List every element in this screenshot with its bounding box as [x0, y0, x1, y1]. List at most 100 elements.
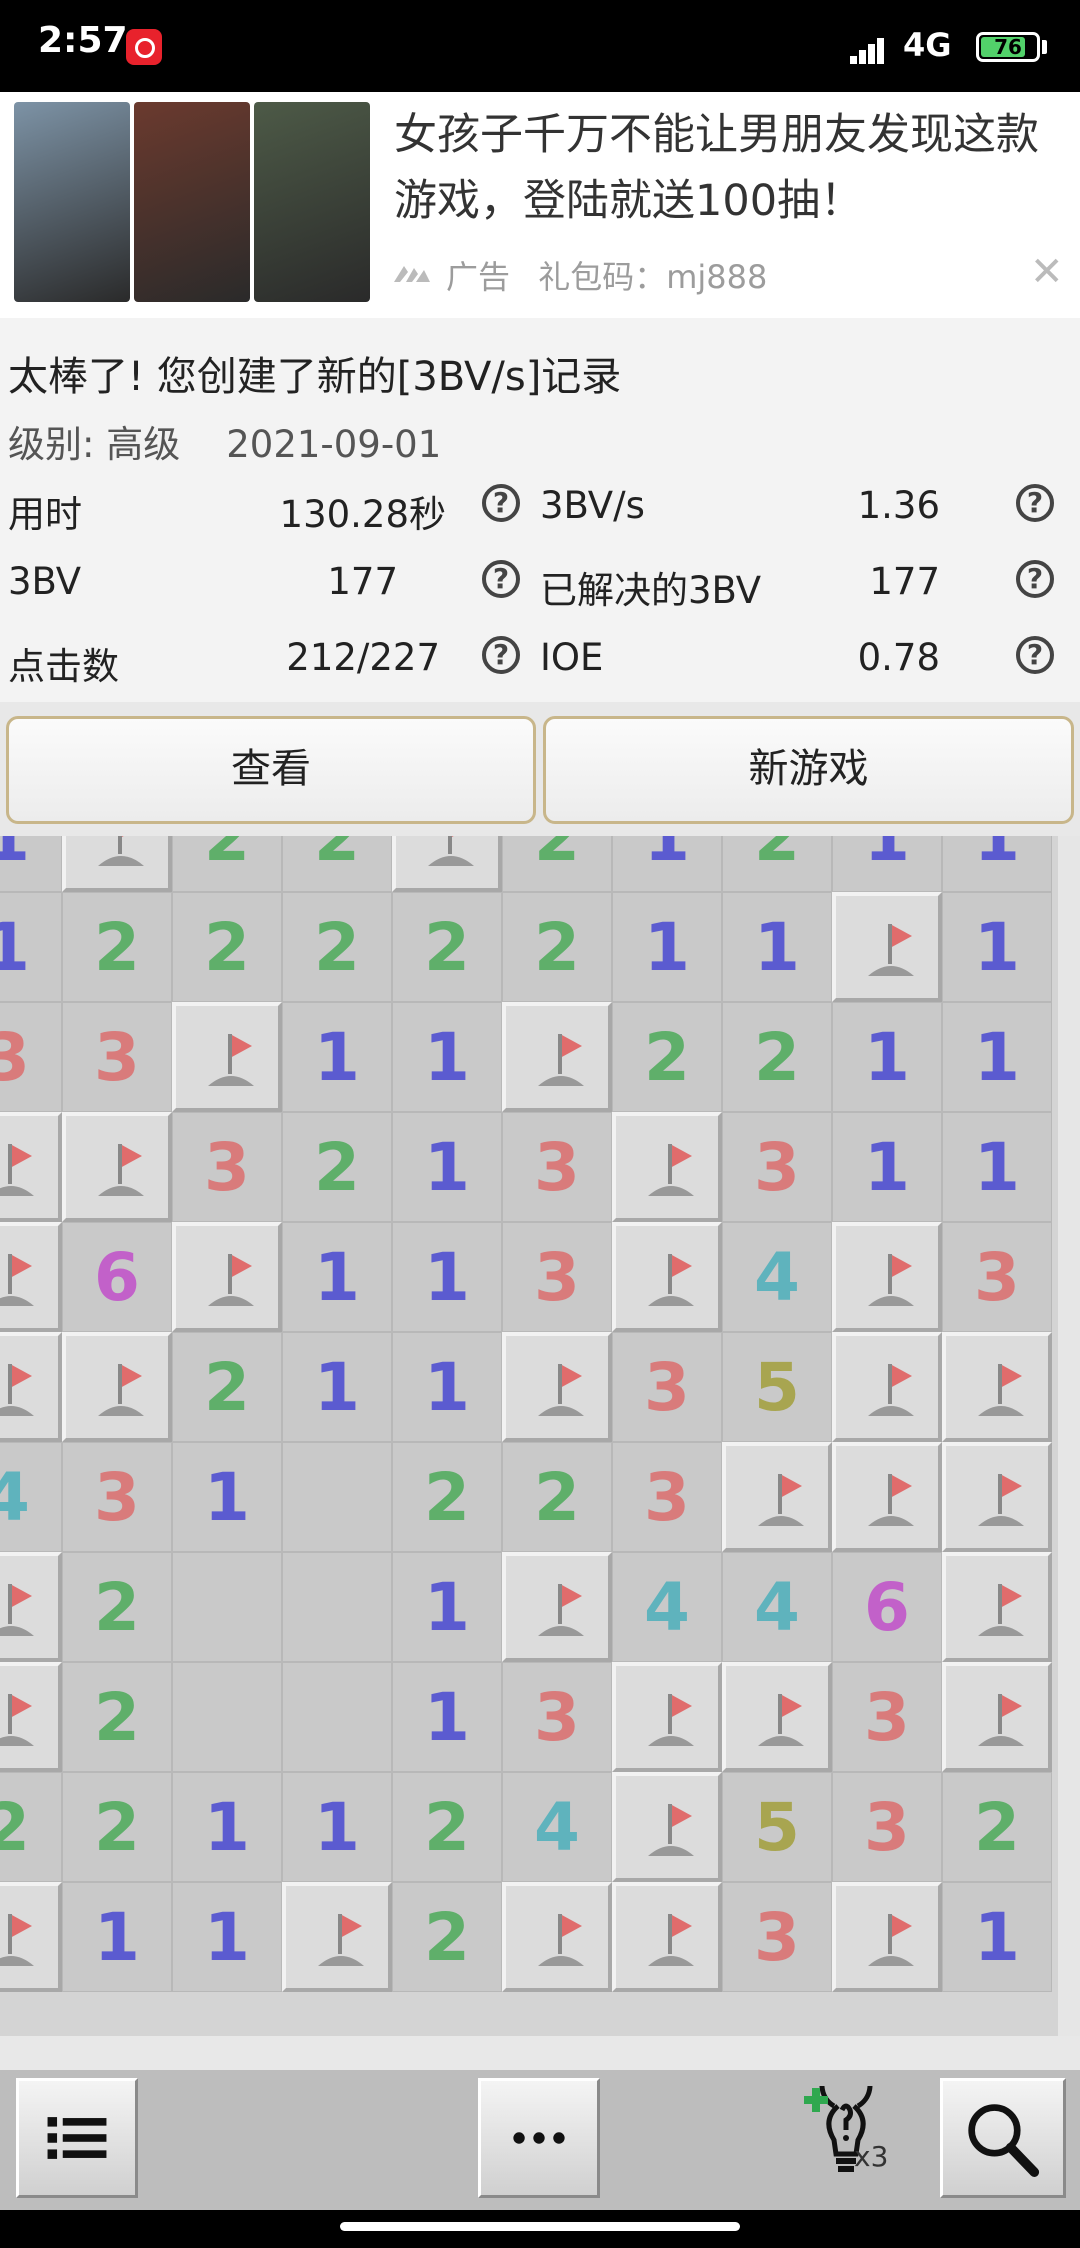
flag-cell[interactable]	[832, 1332, 942, 1442]
number-cell[interactable]: 2	[502, 836, 612, 892]
number-cell[interactable]: 1	[942, 892, 1052, 1002]
number-cell[interactable]: 2	[392, 1772, 502, 1882]
number-cell[interactable]: 3	[62, 1442, 172, 1552]
number-cell[interactable]: 1	[392, 1552, 502, 1662]
number-cell[interactable]: 2	[722, 836, 832, 892]
number-cell[interactable]: 1	[172, 1882, 282, 1992]
list-button[interactable]	[16, 2078, 138, 2198]
number-cell[interactable]: 3	[502, 1662, 612, 1772]
number-cell[interactable]: 2	[62, 892, 172, 1002]
empty-cell[interactable]	[172, 1662, 282, 1772]
number-cell[interactable]: 3	[172, 1112, 282, 1222]
number-cell[interactable]: 4	[502, 1772, 612, 1882]
number-cell[interactable]: 3	[62, 1002, 172, 1112]
ad-banner[interactable]: 女孩子千万不能让男朋友发现这款游戏，登陆就送100抽！ 广告 礼包码：mj888…	[0, 92, 1080, 318]
number-cell[interactable]: 2	[282, 892, 392, 1002]
flag-cell[interactable]	[612, 1662, 722, 1772]
number-cell[interactable]: 1	[832, 836, 942, 892]
flag-cell[interactable]	[62, 1112, 172, 1222]
flag-cell[interactable]	[502, 1002, 612, 1112]
number-cell[interactable]: 1	[392, 1662, 502, 1772]
number-cell[interactable]: 6	[832, 1552, 942, 1662]
number-cell[interactable]: 2	[392, 1882, 502, 1992]
search-button[interactable]	[940, 2078, 1066, 2198]
number-cell[interactable]: 3	[612, 1332, 722, 1442]
ad-image-2[interactable]	[134, 102, 250, 302]
flag-cell[interactable]	[172, 1222, 282, 1332]
help-icon[interactable]: ?	[482, 560, 520, 598]
number-cell[interactable]: 1	[392, 1222, 502, 1332]
help-icon[interactable]: ?	[1016, 484, 1054, 522]
number-cell[interactable]: 2	[62, 1662, 172, 1772]
flag-cell[interactable]	[942, 1552, 1052, 1662]
number-cell[interactable]: 2	[282, 1112, 392, 1222]
number-cell[interactable]: 6	[62, 1222, 172, 1332]
number-cell[interactable]: 2	[0, 1772, 62, 1882]
flag-cell[interactable]	[0, 1882, 62, 1992]
number-cell[interactable]: 1	[62, 1882, 172, 1992]
number-cell[interactable]: 3	[502, 1112, 612, 1222]
number-cell[interactable]: 2	[172, 836, 282, 892]
empty-cell[interactable]	[282, 1552, 392, 1662]
flag-cell[interactable]	[0, 1112, 62, 1222]
number-cell[interactable]: 5	[722, 1332, 832, 1442]
view-button[interactable]: 查看	[6, 716, 536, 824]
flag-cell[interactable]	[832, 1222, 942, 1332]
flag-cell[interactable]	[612, 1112, 722, 1222]
number-cell[interactable]: 4	[0, 1442, 62, 1552]
flag-cell[interactable]	[0, 1332, 62, 1442]
number-cell[interactable]: 1	[282, 1002, 392, 1112]
number-cell[interactable]: 2	[392, 892, 502, 1002]
help-icon[interactable]: ?	[1016, 560, 1054, 598]
number-cell[interactable]: 2	[62, 1552, 172, 1662]
number-cell[interactable]: 2	[172, 892, 282, 1002]
number-cell[interactable]: 2	[612, 1002, 722, 1112]
flag-cell[interactable]	[0, 1552, 62, 1662]
number-cell[interactable]: 1	[942, 1112, 1052, 1222]
home-indicator[interactable]	[340, 2222, 740, 2231]
flag-cell[interactable]	[832, 892, 942, 1002]
number-cell[interactable]: 3	[832, 1772, 942, 1882]
flag-cell[interactable]	[0, 1662, 62, 1772]
flag-cell[interactable]	[392, 836, 502, 892]
ad-title[interactable]: 女孩子千万不能让男朋友发现这款游戏，登陆就送100抽！	[394, 102, 1054, 234]
number-cell[interactable]: 1	[942, 836, 1052, 892]
number-cell[interactable]: 2	[282, 836, 392, 892]
number-cell[interactable]: 1	[612, 836, 722, 892]
number-cell[interactable]: 1	[392, 1332, 502, 1442]
number-cell[interactable]: 1	[282, 1772, 392, 1882]
number-cell[interactable]: 3	[722, 1112, 832, 1222]
number-cell[interactable]: 1	[0, 892, 62, 1002]
flag-cell[interactable]	[502, 1882, 612, 1992]
empty-cell[interactable]	[282, 1442, 392, 1552]
number-cell[interactable]: 1	[832, 1002, 942, 1112]
minesweeper-board[interactable]: 1222121112222211133112211321331161134321…	[0, 836, 1080, 2036]
number-cell[interactable]: 1	[942, 1882, 1052, 1992]
number-cell[interactable]: 2	[172, 1332, 282, 1442]
number-cell[interactable]: 2	[722, 1002, 832, 1112]
more-button[interactable]	[478, 2078, 600, 2198]
number-cell[interactable]: 3	[832, 1662, 942, 1772]
flag-cell[interactable]	[612, 1222, 722, 1332]
new-game-button[interactable]: 新游戏	[543, 716, 1074, 824]
flag-cell[interactable]	[282, 1882, 392, 1992]
flag-cell[interactable]	[612, 1882, 722, 1992]
number-cell[interactable]: 3	[722, 1882, 832, 1992]
flag-cell[interactable]	[502, 1332, 612, 1442]
number-cell[interactable]: 1	[282, 1222, 392, 1332]
number-cell[interactable]: 1	[942, 1002, 1052, 1112]
number-cell[interactable]: 1	[722, 892, 832, 1002]
number-cell[interactable]: 1	[172, 1772, 282, 1882]
flag-cell[interactable]	[502, 1552, 612, 1662]
flag-cell[interactable]	[0, 1222, 62, 1332]
number-cell[interactable]: 4	[722, 1222, 832, 1332]
flag-cell[interactable]	[942, 1662, 1052, 1772]
number-cell[interactable]: 1	[172, 1442, 282, 1552]
number-cell[interactable]: 3	[502, 1222, 612, 1332]
help-icon[interactable]: ?	[482, 484, 520, 522]
help-icon[interactable]: ?	[1016, 636, 1054, 674]
number-cell[interactable]: 1	[612, 892, 722, 1002]
number-cell[interactable]: 3	[0, 1002, 62, 1112]
ad-image-1[interactable]	[14, 102, 130, 302]
empty-cell[interactable]	[172, 1552, 282, 1662]
